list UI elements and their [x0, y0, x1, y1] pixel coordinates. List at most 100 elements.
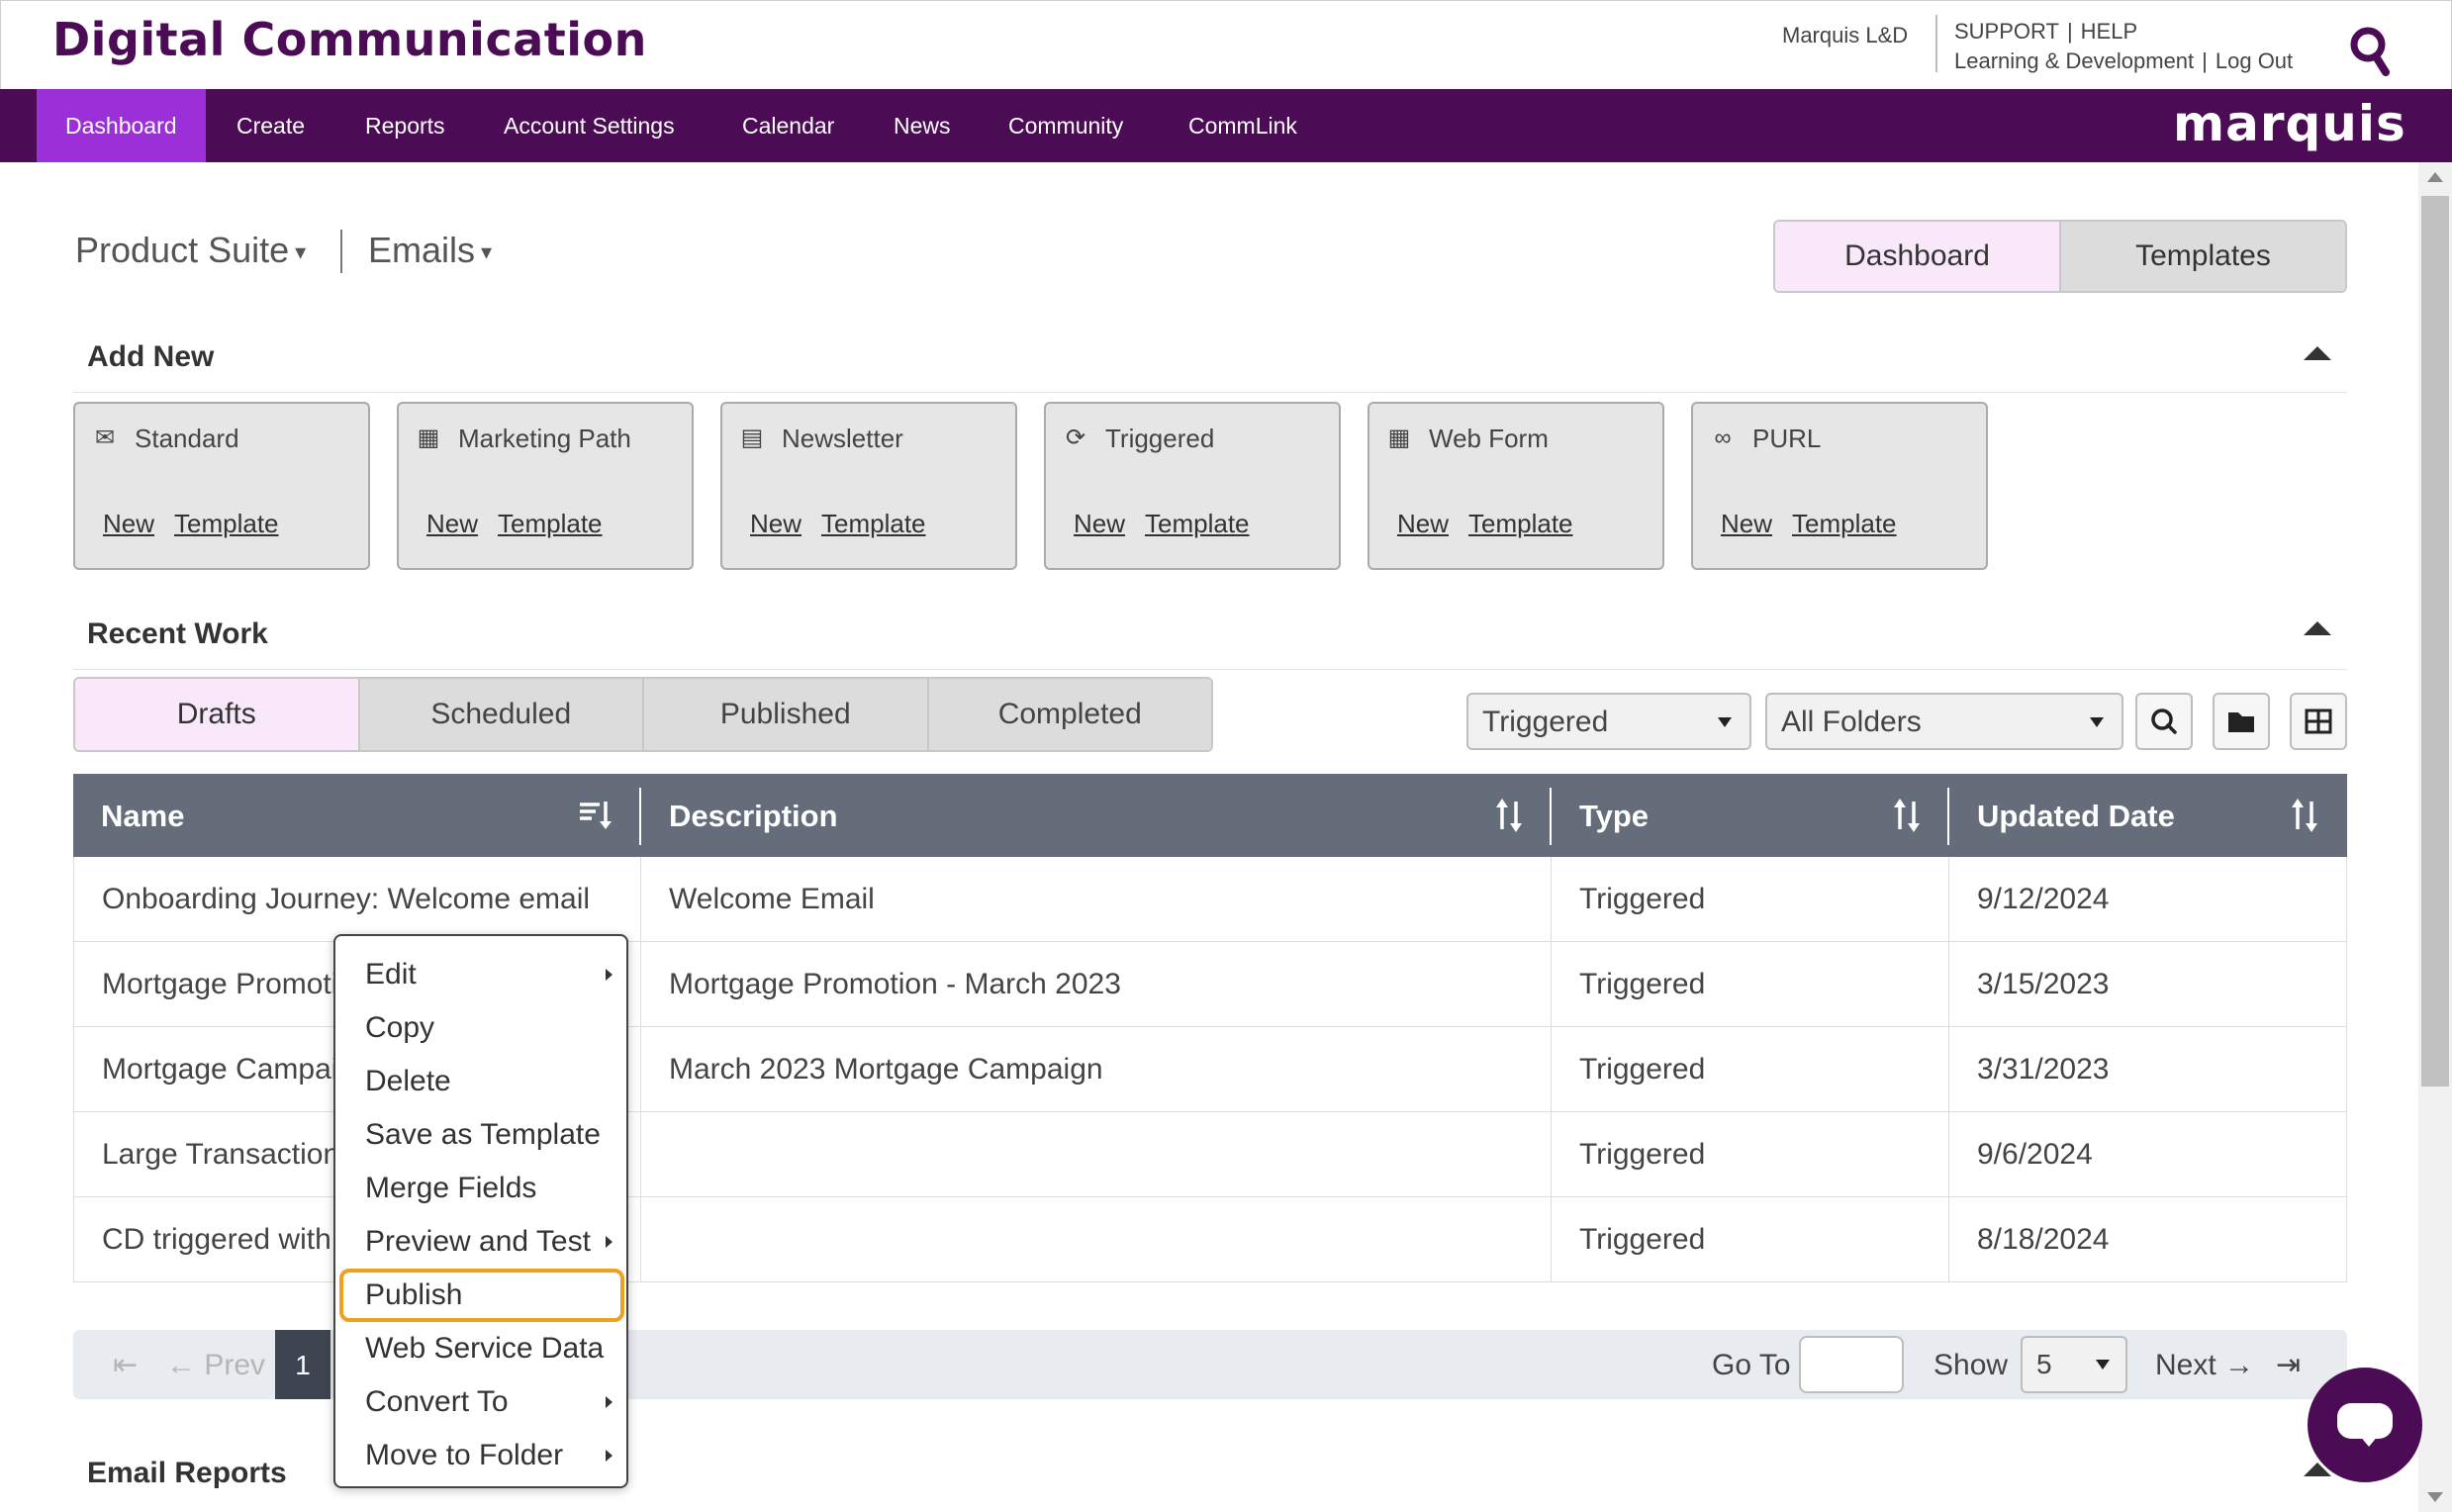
columns-button[interactable]: [2290, 693, 2347, 750]
card-label: Web Form: [1429, 424, 1549, 453]
cell-description: [641, 1112, 1550, 1197]
col-header-description[interactable]: Description: [641, 774, 1548, 857]
web-form-new-link[interactable]: New: [1397, 509, 1449, 538]
newsletter-template-link[interactable]: Template: [821, 509, 926, 538]
nav-account-settings[interactable]: Account Settings: [475, 89, 704, 162]
collapse-add-new-icon[interactable]: [2304, 346, 2331, 360]
menu-item-preview-and-test[interactable]: Preview and Test: [335, 1215, 626, 1269]
table-row[interactable]: Onboarding Journey: Welcome email Welcom…: [73, 857, 2347, 942]
goto-page-input[interactable]: [1799, 1336, 1904, 1393]
nav-dashboard[interactable]: Dashboard: [37, 89, 206, 162]
menu-item-edit[interactable]: Edit: [335, 948, 626, 1001]
nav-commlink[interactable]: CommLink: [1160, 89, 1326, 162]
menu-item-convert-to[interactable]: Convert To: [335, 1375, 626, 1429]
search-button[interactable]: [2135, 693, 2193, 750]
tab-completed[interactable]: Completed: [926, 679, 1211, 750]
tab-drafts[interactable]: Drafts: [75, 679, 358, 750]
caret-down-icon: ▾: [481, 239, 493, 265]
support-link[interactable]: SUPPORT: [1954, 19, 2059, 44]
show-label: Show: [1933, 1349, 2009, 1381]
sort-both-icon[interactable]: [1492, 796, 1526, 835]
sort-both-icon[interactable]: [1890, 796, 1924, 835]
chat-bubble-icon: [2337, 1403, 2393, 1439]
menu-item-move-to-folder[interactable]: Move to Folder: [335, 1429, 626, 1482]
folder-icon: [2228, 712, 2254, 732]
menu-item-delete[interactable]: Delete: [335, 1055, 626, 1108]
cell-description: Welcome Email: [669, 883, 875, 915]
next-page-button[interactable]: Next →: [2155, 1330, 2254, 1401]
folder-filter-select[interactable]: All Folders: [1765, 693, 2123, 750]
marketing-path-new-link[interactable]: New: [426, 509, 478, 538]
page-number-current[interactable]: 1: [275, 1330, 330, 1399]
menu-item-save-as-template[interactable]: Save as Template: [335, 1108, 626, 1162]
caret-down-icon: [2096, 1360, 2110, 1370]
view-dashboard-button[interactable]: Dashboard: [1775, 222, 2059, 291]
tab-scheduled[interactable]: Scheduled: [357, 679, 642, 750]
scroll-down-icon[interactable]: [2427, 1492, 2443, 1502]
submenu-arrow-icon: [606, 969, 613, 981]
log-out-link[interactable]: Log Out: [2216, 48, 2293, 73]
help-link[interactable]: HELP: [2081, 19, 2137, 44]
header-divider: [1935, 15, 1937, 72]
nav-calendar[interactable]: Calendar: [713, 89, 863, 162]
nav-news[interactable]: News: [865, 89, 980, 162]
scroll-up-icon[interactable]: [2427, 172, 2443, 182]
col-header-updated-date[interactable]: Updated Date: [1949, 774, 2345, 857]
collapse-recent-work-icon[interactable]: [2304, 621, 2331, 635]
cell-type: Triggered: [1579, 1223, 1706, 1256]
app-header: Digital Communication Marquis L&D SUPPOR…: [0, 0, 2452, 89]
chat-button[interactable]: [2308, 1368, 2422, 1482]
card-marketing-path: ▦ Marketing Path New Template: [397, 402, 694, 570]
menu-item-copy[interactable]: Copy: [335, 1001, 626, 1055]
purl-template-link[interactable]: Template: [1792, 509, 1897, 538]
menu-item-publish[interactable]: Publish: [339, 1269, 624, 1322]
org-name: Marquis L&D: [1782, 23, 1909, 47]
submenu-arrow-icon: [606, 1236, 613, 1248]
tab-published[interactable]: Published: [642, 679, 927, 750]
folder-button[interactable]: [2213, 693, 2270, 750]
triggered-template-link[interactable]: Template: [1145, 509, 1250, 538]
card-label: Standard: [135, 424, 239, 453]
cell-updated-date: 3/31/2023: [1977, 1053, 2110, 1086]
product-suite-dropdown[interactable]: Product Suite ▾: [75, 230, 306, 271]
cell-name[interactable]: Onboarding Journey: Welcome email: [74, 857, 640, 942]
web-form-template-link[interactable]: Template: [1468, 509, 1573, 538]
menu-item-web-service-data[interactable]: Web Service Data: [335, 1322, 626, 1375]
search-icon[interactable]: [2348, 25, 2392, 78]
cell-type: Triggered: [1579, 1138, 1706, 1171]
marketing-path-template-link[interactable]: Template: [498, 509, 603, 538]
nav-reports[interactable]: Reports: [336, 89, 474, 162]
app-title: Digital Communication: [52, 13, 647, 66]
first-page-icon[interactable]: ⇤: [113, 1330, 138, 1401]
page-size-select[interactable]: 5: [2021, 1336, 2127, 1393]
emails-dropdown[interactable]: Emails ▾: [368, 230, 492, 271]
standard-template-link[interactable]: Template: [174, 509, 279, 538]
header-links: SUPPORT | HELP Learning & Development | Log …: [1954, 19, 2294, 73]
sort-desc-icon[interactable]: [578, 796, 612, 835]
table-icon: ▦: [1387, 425, 1411, 451]
last-page-icon[interactable]: ⇥: [2276, 1330, 2301, 1401]
triggered-new-link[interactable]: New: [1074, 509, 1125, 538]
grid-icon: [2305, 709, 2332, 734]
type-filter-select[interactable]: Triggered: [1466, 693, 1751, 750]
goto-label: Go To: [1712, 1349, 1791, 1381]
section-divider: [73, 669, 2347, 670]
menu-item-merge-fields[interactable]: Merge Fields: [335, 1162, 626, 1215]
newsletter-new-link[interactable]: New: [750, 509, 802, 538]
refresh-icon: ⟳: [1065, 425, 1086, 451]
learning-development-link[interactable]: Learning & Development: [1954, 48, 2194, 73]
purl-new-link[interactable]: New: [1721, 509, 1772, 538]
standard-new-link[interactable]: New: [103, 509, 154, 538]
col-header-type[interactable]: Type: [1552, 774, 1947, 857]
scrollbar-thumb[interactable]: [2421, 196, 2449, 1087]
card-purl: ∞ PURL New Template: [1691, 402, 1988, 570]
col-header-name[interactable]: Name: [73, 774, 637, 857]
view-templates-button[interactable]: Templates: [2059, 222, 2345, 291]
sort-both-icon[interactable]: [2288, 796, 2321, 835]
vertical-scrollbar[interactable]: [2418, 162, 2452, 1512]
prev-page-button[interactable]: ← Prev: [166, 1330, 265, 1401]
caret-down-icon: [2090, 717, 2104, 727]
nav-community[interactable]: Community: [980, 89, 1152, 162]
nav-create[interactable]: Create: [208, 89, 333, 162]
recent-work-heading: Recent Work: [87, 617, 268, 650]
